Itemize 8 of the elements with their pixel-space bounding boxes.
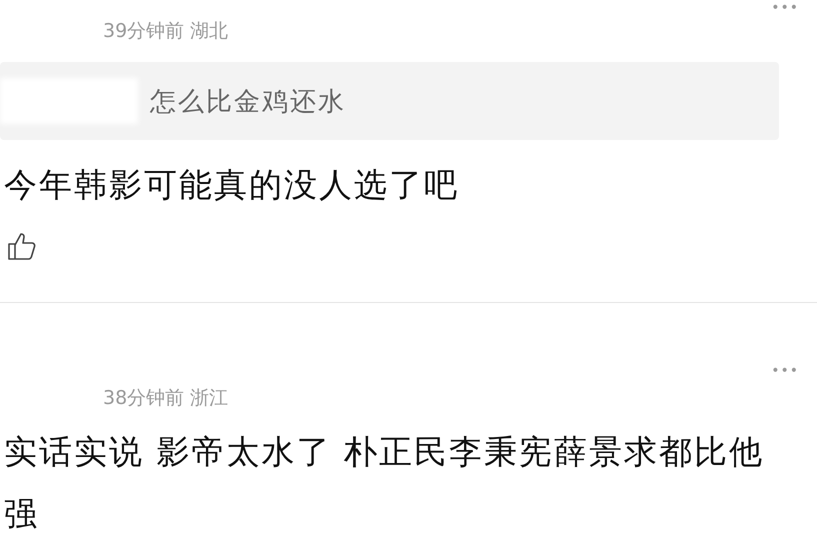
comment-text: 今年韩影可能真的没人选了吧 [4,164,460,206]
comment-meta: 38分钟前 浙江 [103,386,228,411]
comment-text: 实话实说 影帝太水了 朴正民李秉宪薛景求都比他强 [4,431,765,535]
thumbs-up-icon[interactable] [6,230,38,262]
more-button[interactable]: ••• [771,363,799,379]
more-button[interactable]: ••• [771,0,799,16]
quoted-text: 怎么比金鸡还水 [150,86,346,118]
comment-meta: 39分钟前 湖北 [103,19,228,44]
